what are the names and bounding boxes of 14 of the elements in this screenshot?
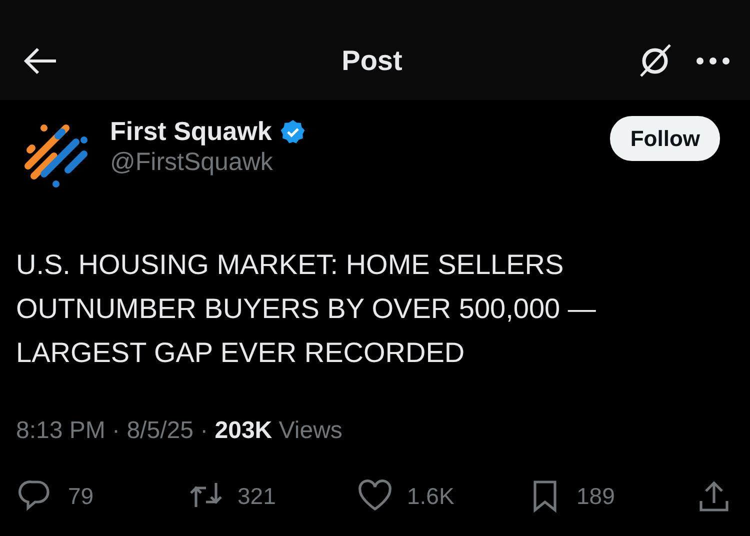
page-title: Post bbox=[342, 44, 402, 78]
heart-icon bbox=[357, 479, 393, 514]
author-handle[interactable]: @FirstSquawk bbox=[110, 147, 610, 178]
bookmark-button[interactable]: 189 bbox=[526, 479, 646, 514]
back-icon[interactable] bbox=[24, 47, 58, 75]
grok-icon[interactable] bbox=[638, 43, 672, 79]
reply-button[interactable]: 79 bbox=[18, 479, 138, 514]
author-name[interactable]: First Squawk bbox=[110, 116, 272, 148]
repost-button[interactable]: 321 bbox=[188, 479, 308, 514]
like-button[interactable]: 1.6K bbox=[357, 479, 477, 514]
post-text: U.S. HOUSING MARKET: HOME SELLERS OUTNUMBER BUYERS BY OVER 500,000 — LARGEST GAP EVER RECORDED bbox=[15, 248, 597, 370]
follow-button[interactable]: Follow bbox=[610, 116, 720, 161]
more-icon[interactable] bbox=[696, 57, 730, 65]
post-meta: 8:13 PM · 8/5/25 · 203K Views bbox=[15, 416, 344, 446]
